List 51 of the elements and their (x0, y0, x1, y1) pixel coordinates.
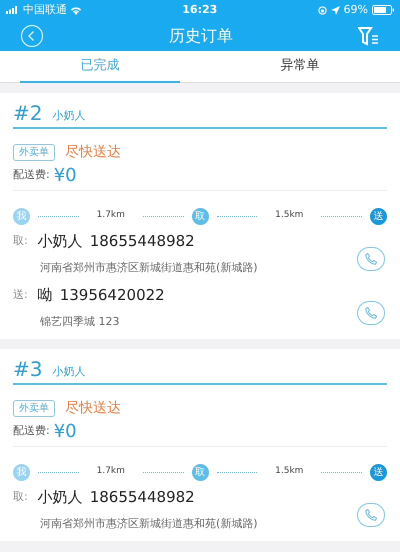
status-time: 16:23 (182, 2, 218, 18)
order-number: #2 (13, 103, 42, 123)
delivery-fee: ¥0 (54, 420, 77, 444)
distance-label: 1.7km (96, 465, 126, 478)
route-stop-marker: 送 (370, 208, 388, 224)
route-stop-marker: 取 (192, 464, 209, 480)
shop-name: 小奶人 (52, 366, 86, 377)
order-type-tag: 外卖单 (13, 400, 55, 416)
contact-address: 锦艺四季城 123 (40, 314, 120, 330)
contact-phone: 18655448982 (90, 230, 195, 252)
call-button[interactable] (357, 503, 385, 527)
delivery-fee: ¥0 (54, 164, 77, 188)
wifi-icon (70, 6, 82, 14)
battery-percent: 69% (344, 2, 368, 18)
contact-label: 送: (13, 286, 28, 303)
phone-icon (364, 252, 378, 266)
filter-menu-button[interactable] (358, 26, 380, 46)
fee-label: 配送费: (13, 167, 50, 184)
shop-name: 小奶人 (52, 110, 86, 121)
tab[interactable]: 异常单 (220, 51, 380, 83)
contact-name: 呦 (38, 284, 53, 306)
route-stop-marker: 我 (13, 208, 30, 224)
contact-name: 小奶人 (38, 230, 83, 252)
contact-phone: 13956420022 (60, 284, 165, 306)
distance-label: 1.5km (274, 209, 304, 222)
distance-label: 1.7km (96, 209, 126, 222)
page-title: 历史订单 (169, 24, 233, 46)
delivery-time: 尽快送达 (65, 398, 121, 418)
contact-address: 河南省郑州市惠济区新城街道惠和苑(新城路) (40, 516, 258, 532)
distance-label: 1.5km (274, 465, 304, 478)
contact-label: 取: (13, 488, 28, 505)
route-stop-marker: 我 (13, 464, 30, 480)
battery-icon (372, 5, 394, 15)
contact-address: 河南省郑州市惠济区新城街道惠和苑(新城路) (40, 260, 258, 276)
order-number: #3 (13, 359, 42, 379)
fee-label: 配送费: (13, 423, 50, 440)
carrier-name: 中国联通 (23, 2, 67, 18)
route-stop-marker: 取 (192, 208, 209, 224)
route-stop-marker: 送 (370, 464, 388, 480)
location-arrow-icon (330, 6, 340, 14)
contact-name: 小奶人 (38, 486, 83, 508)
signal-icon (6, 6, 20, 14)
phone-icon (364, 306, 378, 320)
contact-label: 取: (13, 232, 28, 249)
call-button[interactable] (357, 247, 385, 271)
delivery-time: 尽快送达 (65, 142, 121, 162)
phone-icon (364, 508, 378, 522)
contact-phone: 18655448982 (90, 486, 195, 508)
back-button[interactable] (20, 24, 44, 48)
call-button[interactable] (357, 301, 385, 325)
order-type-tag: 外卖单 (13, 144, 55, 160)
